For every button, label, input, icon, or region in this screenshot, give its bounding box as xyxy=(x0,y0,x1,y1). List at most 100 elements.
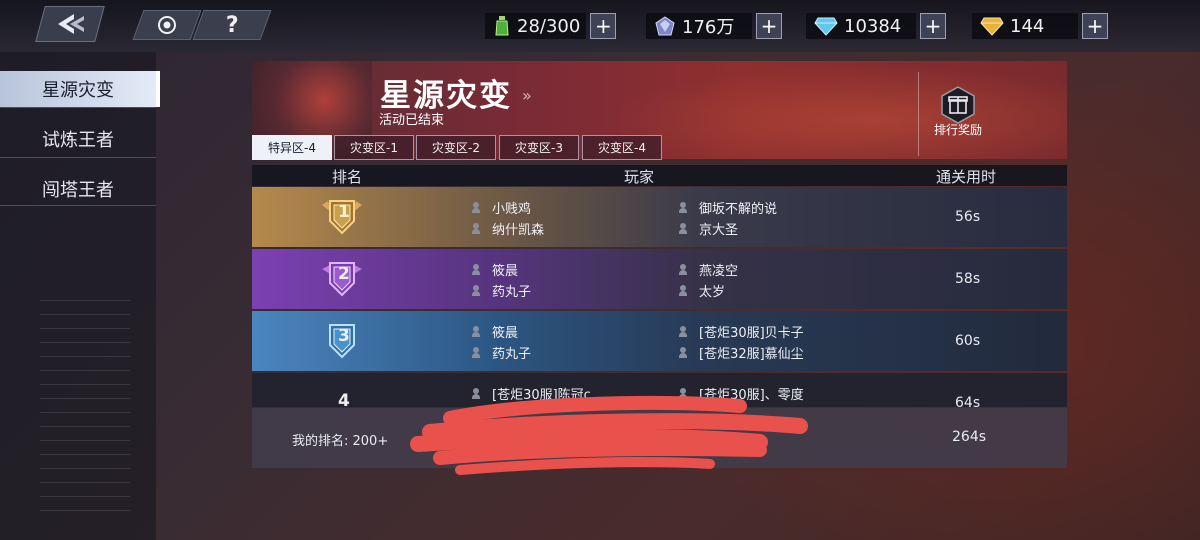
header-time: 通关用时 xyxy=(936,168,997,186)
table-row[interactable]: 1 小贱鸡 御坂不解的说 纳什凯森 京大圣 56s xyxy=(252,187,1067,247)
player-label: 药丸子 xyxy=(492,347,532,362)
chevron-right-icon: » xyxy=(522,86,532,105)
tab-zaibian-1[interactable]: 灾变区-1 xyxy=(334,135,414,160)
person-icon xyxy=(472,263,480,276)
player-name[interactable]: 药丸子 xyxy=(472,281,531,300)
ranking-list[interactable]: 1 小贱鸡 御坂不解的说 纳什凯森 京大圣 56s 2 筱晨 燕凌空 药丸子 太… xyxy=(252,187,1067,407)
target-icon xyxy=(158,16,176,34)
person-icon xyxy=(472,346,480,359)
gold-diamond-value: 144 xyxy=(1010,15,1045,37)
player-label: 筱晨 xyxy=(492,326,519,341)
player-name[interactable]: 筱晨 xyxy=(472,260,518,279)
player-label: 药丸子 xyxy=(492,285,532,300)
tab-label: 灾变区-3 xyxy=(515,141,563,155)
sidebar-item-label: 试炼王者 xyxy=(42,130,114,151)
ranking-reward-label[interactable]: 排行奖励 xyxy=(934,121,982,138)
player-name[interactable]: 太岁 xyxy=(679,281,725,300)
tab-label: 灾变区-2 xyxy=(432,141,480,155)
player-label: 纳什凯森 xyxy=(492,223,545,238)
add-stamina-button[interactable]: + xyxy=(590,13,617,39)
player-name[interactable]: 纳什凯森 xyxy=(472,219,544,238)
sidebar-divider xyxy=(0,205,156,206)
person-icon xyxy=(679,284,687,297)
sidebar-item-label: 星源灾变 xyxy=(42,80,114,101)
player-label: [苍炬32服]慕仙尘 xyxy=(699,347,804,362)
clear-time: 60s xyxy=(955,333,981,349)
banner-divider xyxy=(918,72,919,156)
person-icon xyxy=(679,346,687,359)
back-button[interactable] xyxy=(35,6,105,42)
table-row[interactable]: 3 筱晨 [苍炬30服]贝卡子 药丸子 [苍炬32服]慕仙尘 60s xyxy=(252,311,1067,371)
target-button[interactable] xyxy=(132,10,202,40)
clear-time: 64s xyxy=(955,395,981,407)
sidebar-divider xyxy=(0,107,156,108)
sidebar-divider xyxy=(0,157,156,158)
rank-number: 4 xyxy=(338,391,350,407)
sidebar-item-shilian[interactable]: 试炼王者 xyxy=(0,121,156,157)
gift-icon[interactable] xyxy=(938,85,978,125)
player-name[interactable]: [苍炬30服]贝卡子 xyxy=(679,322,804,341)
person-icon xyxy=(679,263,687,276)
player-label: [苍炬30服]贝卡子 xyxy=(699,326,804,341)
silver-crystal-value: 176万 xyxy=(682,17,735,38)
tab-label: 灾变区-4 xyxy=(598,141,646,155)
header-players: 玩家 xyxy=(624,168,655,186)
person-icon xyxy=(679,222,687,235)
person-icon xyxy=(472,284,480,297)
background-texture xyxy=(40,300,130,520)
sidebar-item-chuangta[interactable]: 闯塔王者 xyxy=(0,171,156,207)
header-rank: 排名 xyxy=(332,168,363,186)
sidebar-item-label: 闯塔王者 xyxy=(42,180,114,201)
person-icon xyxy=(679,325,687,338)
add-gold-diamond-button[interactable]: + xyxy=(1082,13,1108,39)
tab-zaibian-4[interactable]: 灾变区-4 xyxy=(582,135,662,160)
stamina-resource: 28/300 + xyxy=(485,13,617,39)
event-status: 活动已结束 xyxy=(379,113,445,128)
tab-zaibian-2[interactable]: 灾变区-2 xyxy=(416,135,496,160)
player-name[interactable]: 燕凌空 xyxy=(679,260,738,279)
sidebar-item-xingyuan[interactable]: 星源灾变 xyxy=(0,71,160,107)
stamina-value: 28/300 xyxy=(517,15,581,37)
player-label: 御坂不解的说 xyxy=(699,202,778,217)
person-icon xyxy=(472,325,480,338)
tab-label: 特异区-4 xyxy=(268,141,316,155)
clear-time: 58s xyxy=(955,271,981,287)
help-button[interactable]: ? xyxy=(192,10,272,40)
player-label: 太岁 xyxy=(699,285,726,300)
player-label: 燕凌空 xyxy=(699,264,739,279)
help-label: ? xyxy=(225,12,239,38)
table-row[interactable]: 2 筱晨 燕凌空 药丸子 太岁 58s xyxy=(252,249,1067,309)
silver-crystal-icon xyxy=(655,16,675,36)
tab-zaibian-3[interactable]: 灾变区-3 xyxy=(499,135,579,160)
player-label: 京大圣 xyxy=(699,223,739,238)
table-header: 排名 玩家 通关用时 xyxy=(252,165,1067,186)
player-name[interactable]: [苍炬32服]慕仙尘 xyxy=(679,343,804,362)
silver-crystal-resource: 176万 + xyxy=(646,13,782,39)
tab-teyi-4[interactable]: 特异区-4 xyxy=(252,135,332,160)
player-name[interactable]: 药丸子 xyxy=(472,343,531,362)
player-label: 小贱鸡 xyxy=(492,202,532,217)
blue-diamond-icon xyxy=(814,17,838,36)
player-name[interactable]: 京大圣 xyxy=(679,219,738,238)
blue-diamond-resource: 10384 + xyxy=(806,13,946,39)
person-icon xyxy=(679,201,687,214)
my-clear-time: 264s xyxy=(952,429,987,445)
add-blue-diamond-button[interactable]: + xyxy=(920,13,946,39)
gold-diamond-resource: 144 + xyxy=(972,13,1108,39)
person-icon xyxy=(472,201,480,214)
player-name[interactable]: 小贱鸡 xyxy=(472,198,531,217)
rank-number: 3 xyxy=(338,326,350,346)
person-icon xyxy=(472,222,480,235)
back-arrow-icon xyxy=(58,14,84,34)
stamina-potion-icon xyxy=(495,16,509,36)
tab-label: 灾变区-1 xyxy=(350,141,398,155)
redaction-scribble xyxy=(410,395,808,475)
top-bar: ? 28/300 + 176万 + 10384 + 144 + xyxy=(0,0,1200,52)
clear-time: 56s xyxy=(955,209,981,225)
rank-number: 2 xyxy=(338,264,350,284)
add-silver-crystal-button[interactable]: + xyxy=(756,13,782,39)
player-name[interactable]: 筱晨 xyxy=(472,322,518,341)
rank-number: 1 xyxy=(338,202,350,222)
player-name[interactable]: 御坂不解的说 xyxy=(679,198,777,217)
my-rank-label: 我的排名: 200+ xyxy=(292,434,389,449)
